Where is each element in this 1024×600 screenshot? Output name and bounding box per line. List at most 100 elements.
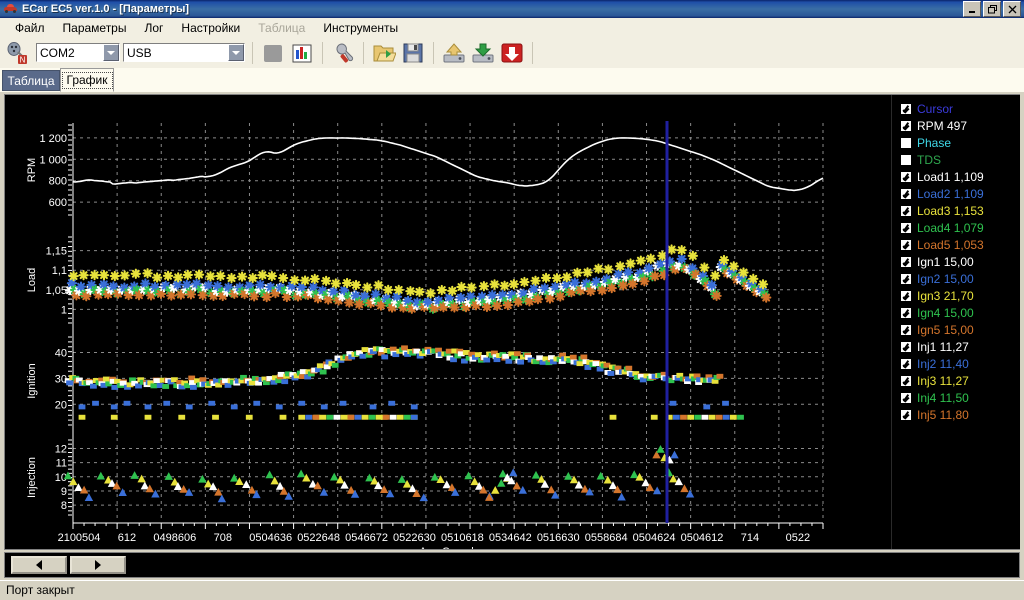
svg-text:0522648: 0522648 [297,532,340,544]
legend-checkbox[interactable] [900,187,912,200]
svg-text:0504636: 0504636 [249,532,292,544]
tab-strip: Таблица График [0,68,1024,92]
legend-row[interactable]: RPM 497 [892,117,1020,134]
chart-scroll-bar [4,552,1020,578]
legend-row[interactable]: Inj3 11,27 [892,372,1020,389]
legend-row[interactable]: Load2 1,109 [892,185,1020,202]
legend-checkbox[interactable] [900,408,912,421]
legend-checkbox[interactable] [900,340,912,353]
legend-checkbox[interactable] [900,323,912,336]
legend-checkbox[interactable] [900,306,912,319]
upload-drive-icon[interactable] [441,40,467,66]
legend-checkbox[interactable] [900,153,912,166]
legend-checkbox[interactable] [900,102,912,115]
menu-item-log[interactable]: Лог [135,19,172,37]
stop-square-icon[interactable] [260,40,286,66]
plot-area[interactable]: 600 800 1 000 1 200 RPM 1 1,05 1,1 1,15 Load 20 30 4… [5,95,891,558]
svg-text:612: 612 [118,532,136,544]
svg-text:0504624: 0504624 [633,532,676,544]
legend-checkbox[interactable] [900,238,912,251]
legend-row[interactable]: Ign4 15,00 [892,304,1020,321]
svg-text:600: 600 [49,197,67,209]
legend-row[interactable]: Phase [892,134,1020,151]
legend-checkbox[interactable] [900,170,912,183]
chevron-down-icon[interactable] [228,44,244,61]
legend-checkbox[interactable] [900,289,912,302]
svg-text:0498606: 0498606 [153,532,196,544]
title-bar: ECar EC5 ver.1.0 - [Параметры] [0,0,1024,18]
legend-row[interactable]: Inj1 11,27 [892,338,1020,355]
plug-connect-icon[interactable]: N [5,40,31,66]
red-down-arrow-icon[interactable] [499,40,525,66]
download-drive-icon[interactable] [470,40,496,66]
legend-checkbox[interactable] [900,136,912,149]
chart-panel: 600 800 1 000 1 200 RPM 1 1,05 1,1 1,15 Load 20 30 4… [4,94,1020,558]
legend-checkbox[interactable] [900,391,912,404]
legend-row[interactable]: Load1 1,109 [892,168,1020,185]
legend-checkbox[interactable] [900,204,912,217]
legend-checkbox[interactable] [900,255,912,268]
bar-chart-icon[interactable] [289,40,315,66]
svg-text:Load: Load [26,268,38,292]
legend-checkbox[interactable] [900,119,912,132]
legend-row[interactable]: Load3 1,153 [892,202,1020,219]
port-select[interactable]: COM2 [36,43,120,62]
svg-text:0546672: 0546672 [345,532,388,544]
interface-select[interactable]: USB [123,43,245,62]
legend-checkbox[interactable] [900,272,912,285]
legend-label: Ign4 15,00 [917,305,974,320]
chevron-down-icon[interactable] [103,44,119,61]
legend-checkbox[interactable] [900,357,912,370]
svg-text:800: 800 [49,176,67,188]
menu-item-settings[interactable]: Настройки [172,19,249,37]
svg-text:Ang Crunck: Ang Crunck [419,546,477,549]
legend-label: Load4 1,079 [917,220,984,235]
menu-bar: Файл Параметры Лог Настройки Таблица Инс… [0,18,1024,38]
legend-checkbox[interactable] [900,374,912,387]
tab-table-label: Таблица [7,73,55,88]
menu-item-tools[interactable]: Инструменты [314,19,407,37]
legend-row[interactable]: Ign5 15,00 [892,321,1020,338]
app-car-icon [3,2,19,16]
legend-row[interactable]: Inj4 11,50 [892,389,1020,406]
legend-row[interactable]: Inj5 11,80 [892,406,1020,423]
legend-row[interactable]: Ign1 15,00 [892,253,1020,270]
floppy-disk-icon[interactable] [400,40,426,66]
legend-list: Cursor RPM 497 Phase TDS Load1 1,109 Load2 1,… [892,95,1020,423]
svg-text:1: 1 [61,304,67,316]
svg-text:RPM: RPM [26,158,38,182]
tab-table[interactable]: Таблица [2,70,60,91]
legend-checkbox[interactable] [900,221,912,234]
status-message: Порт закрыт [6,583,75,597]
legend-row[interactable]: Ign3 21,70 [892,287,1020,304]
legend-row[interactable]: TDS [892,151,1020,168]
minimize-button[interactable] [963,1,981,17]
svg-text:2100504: 2100504 [58,532,101,544]
svg-text:708: 708 [214,532,232,544]
legend-row[interactable]: Load5 1,053 [892,236,1020,253]
svg-text:12: 12 [55,443,67,455]
svg-text:0522: 0522 [786,532,810,544]
scroll-right-button[interactable] [70,556,126,574]
interface-select-value: USB [127,45,152,60]
legend-row[interactable]: Inj2 11,40 [892,355,1020,372]
legend-label: Phase [917,135,952,150]
legend-panel: Cursor RPM 497 Phase TDS Load1 1,109 Load2 1,… [891,95,1020,549]
open-folder-icon[interactable] [371,40,397,66]
restore-button[interactable] [983,1,1001,17]
tab-graph[interactable]: График [60,68,114,92]
menu-item-parameters[interactable]: Параметры [54,19,136,37]
legend-row[interactable]: Ign2 15,00 [892,270,1020,287]
svg-text:0558684: 0558684 [585,532,628,544]
svg-text:1 200: 1 200 [39,133,67,145]
legend-row[interactable]: Cursor [892,100,1020,117]
close-button[interactable] [1003,1,1021,17]
scroll-left-button[interactable] [11,556,67,574]
plot-svg: 6008001 0001 200RPM11,051,11,15Load20304… [26,121,824,558]
wrench-icon[interactable] [330,40,356,66]
menu-item-file[interactable]: Файл [6,19,54,37]
toolbar-separator [363,41,364,64]
legend-label: Inj4 11,50 [917,390,969,405]
legend-row[interactable]: Load4 1,079 [892,219,1020,236]
legend-label: Ign2 15,00 [917,271,974,286]
